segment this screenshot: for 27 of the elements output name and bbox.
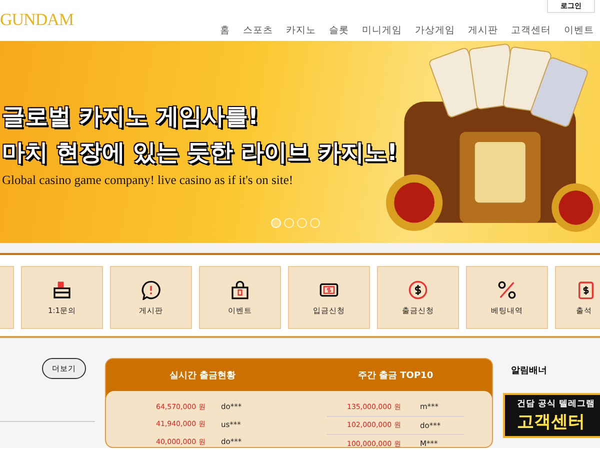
dollar-calendar-icon [576,280,596,300]
banner-text: 건담 공식 텔레그램 [517,398,596,410]
shopping-bag-icon [230,280,250,300]
nav-link[interactable]: 홈 [220,24,230,37]
percent-icon [497,280,517,300]
nav-link[interactable]: 카지노 [286,24,316,37]
card-title: 주간 출금 TOP10 [356,370,434,382]
banner-text: 고객센터 [517,411,586,433]
slide-indicator[interactable] [284,218,294,228]
inbox-icon [52,280,72,300]
nav-link[interactable]: 스포츠 [243,24,273,37]
speech-bubble-icon [141,280,161,300]
slide-indicator[interactable] [310,218,320,228]
nav-link[interactable]: 고객센터 [511,24,551,37]
nav-link[interactable]: 이벤트 [564,24,594,37]
notice-banner-title: 알림배너 [511,365,548,377]
nav-link[interactable]: 게시판 [468,24,498,37]
nav-link[interactable]: 가상게임 [415,24,455,37]
dollar-coin-icon [408,280,428,300]
slide-indicator[interactable] [297,218,307,228]
nav-link[interactable]: 슬롯 [329,24,349,37]
banner-headline: 글로벌 카지노 게임사를! [2,103,260,132]
banner-subtitle: Global casino game company! live casino as if it's on site! [2,173,294,188]
nav-link[interactable]: 미니게임 [362,24,402,37]
banner-headline: 마치 현장에 있는 듯한 라이브 카지노! [2,139,398,168]
card-title: 실시간 출금현황 [168,370,237,382]
telegram-banner[interactable]: 건담 공식 텔레그램 고객센터 [503,393,600,438]
